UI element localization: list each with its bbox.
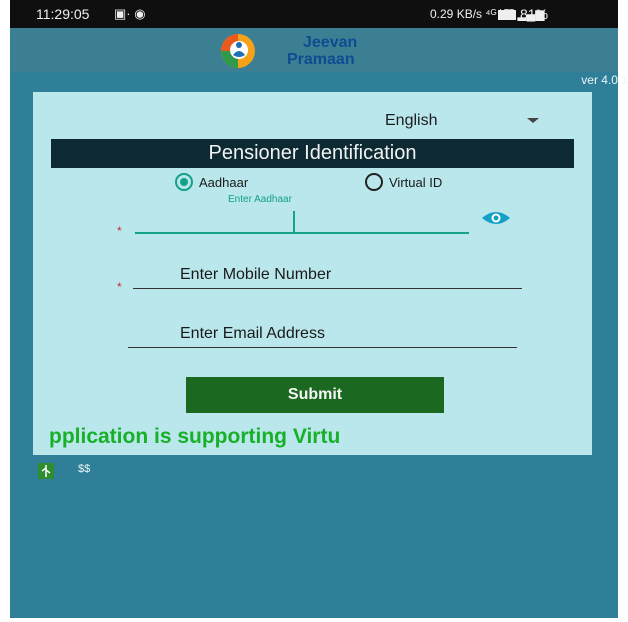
usb-icon xyxy=(38,463,54,479)
submit-button[interactable]: Submit xyxy=(186,377,444,413)
aadhaar-input[interactable] xyxy=(135,210,469,234)
show-password-eye-icon[interactable] xyxy=(481,210,511,226)
form-title: Pensioner Identification xyxy=(51,139,574,168)
radio-selected-icon[interactable] xyxy=(175,173,193,191)
required-asterisk: * xyxy=(117,224,122,238)
language-dropdown[interactable]: English xyxy=(385,112,437,130)
battery-level: 81% xyxy=(520,6,549,22)
notification-text: $$ xyxy=(78,463,91,475)
radio-unselected-icon[interactable] xyxy=(365,173,383,191)
status-time: 11:29:05 xyxy=(36,6,90,22)
app-version: ver 4.0.1 xyxy=(581,73,628,87)
aadhaar-field-hint: Enter Aadhaar xyxy=(228,194,292,205)
battery-icon xyxy=(498,10,516,20)
radio-aadhaar[interactable]: Aadhaar xyxy=(175,173,248,191)
email-address-placeholder: Enter Email Address xyxy=(180,325,325,342)
marquee-text: pplication is supporting Virtu xyxy=(49,425,341,448)
radio-aadhaar-label: Aadhaar xyxy=(199,174,249,190)
status-bar: 11:29:05 ▣· ◉ 0.29 KB/s ⁴ᴳ ᴸᵀᴱ ▂▄▆ 81% xyxy=(10,0,618,28)
app-logo-text: Jeevan Pramaan xyxy=(287,34,357,68)
jeevan-pramaan-logo-icon xyxy=(221,34,255,68)
text-cursor xyxy=(293,211,295,232)
notification-icons: ▣· ◉ xyxy=(114,6,146,21)
marquee-banner: pplication is supporting Virtu xyxy=(33,423,592,455)
radio-virtual-id[interactable]: Virtual ID xyxy=(365,173,442,191)
logo-line-jeevan: Jeevan xyxy=(303,34,358,51)
radio-virtual-id-label: Virtual ID xyxy=(389,174,443,190)
dropdown-caret-icon[interactable] xyxy=(527,118,539,123)
mobile-number-placeholder: Enter Mobile Number xyxy=(180,266,332,283)
required-asterisk: * xyxy=(117,280,122,294)
logo-line-pramaan: Pramaan xyxy=(287,51,355,68)
